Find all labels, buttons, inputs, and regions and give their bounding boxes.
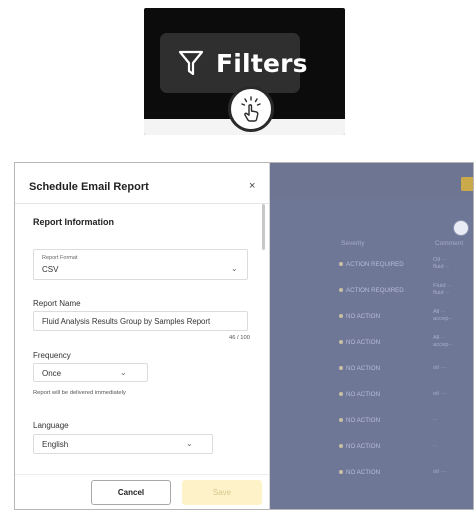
report-format-select[interactable]: Report Format CSV ⌄: [33, 249, 248, 280]
grid-severity-cell: NO ACTION: [339, 443, 380, 450]
grid-severity-cell: NO ACTION: [339, 391, 380, 398]
chevron-down-icon: ⌄: [231, 264, 238, 273]
grid-comment-cell: ··: [433, 442, 437, 449]
report-format-value: CSV: [42, 265, 59, 274]
dialog-scrollbar[interactable]: [262, 204, 265, 250]
background-grid: Severity Comment ACTION REQUIRED Oil ·· f…: [269, 163, 473, 509]
grid-comment-cell: ··: [433, 416, 437, 423]
report-name-counter: 46 / 100: [229, 335, 250, 341]
grid-comment-cell: oil ···: [433, 364, 447, 371]
report-format-caption: Report Format: [42, 255, 78, 261]
grid-row: ACTION REQUIRED Oil ·· fluid ··: [269, 251, 473, 277]
language-select[interactable]: English ⌄: [33, 434, 213, 454]
grid-severity-cell: NO ACTION: [339, 417, 380, 424]
filters-zoom-inset: Filters: [144, 8, 345, 135]
frequency-value: Once: [42, 369, 62, 378]
tap-hand-icon: [228, 86, 274, 132]
grid-comment-cell: oil ···: [433, 468, 447, 475]
grid-row: NO ACTION ··: [269, 433, 473, 459]
grid-row: NO ACTION oil ···: [269, 381, 473, 407]
chevron-down-icon: ⌄: [186, 439, 193, 448]
grid-severity-cell: NO ACTION: [339, 339, 380, 346]
grid-comment-cell: All ·· accep··: [433, 309, 453, 322]
frequency-select[interactable]: Once ⌄: [33, 363, 148, 382]
grid-header-severity: Severity: [341, 240, 365, 247]
grid-row: NO ACTION oil ···: [269, 459, 473, 485]
language-label: Language: [33, 421, 69, 430]
save-button[interactable]: Save: [182, 480, 262, 505]
grid-comment-cell: Oil ·· fluid ··: [433, 257, 450, 270]
report-name-label: Report Name: [33, 299, 81, 308]
background-filter-cursor: [453, 220, 469, 236]
schedule-email-report-dialog: Schedule Email Report × Report Informati…: [15, 163, 270, 509]
report-name-input[interactable]: Fluid Analysis Results Group by Samples …: [33, 311, 248, 331]
grid-header-comment: Comment: [435, 240, 464, 247]
grid-severity-cell: ACTION REQUIRED: [339, 287, 404, 294]
section-title: Report Information: [33, 217, 114, 227]
grid-row: NO ACTION ··: [269, 407, 473, 433]
background-topbar: [269, 163, 473, 199]
dialog-scroll-area[interactable]: Report Information Report Format CSV ⌄ R…: [15, 204, 269, 474]
filters-button[interactable]: Filters: [160, 33, 308, 93]
close-icon[interactable]: ×: [249, 180, 255, 192]
dialog-title: Schedule Email Report: [29, 181, 149, 193]
cancel-button[interactable]: Cancel: [91, 480, 171, 505]
chevron-down-icon: ⌄: [120, 368, 127, 377]
grid-row: NO ACTION oil ···: [269, 355, 473, 381]
grid-row: ACTION REQUIRED Fluid ·· fluid ··: [269, 277, 473, 303]
grid-comment-cell: All ·· accep··: [433, 335, 453, 348]
app-screenshot: Severity Comment ACTION REQUIRED Oil ·· f…: [14, 162, 474, 510]
grid-comment-cell: oil ···: [433, 390, 447, 397]
filter-icon: [178, 49, 204, 77]
frequency-hint: Report will be delivered immediately: [33, 390, 126, 396]
grid-severity-cell: ACTION REQUIRED: [339, 261, 404, 268]
grid-severity-cell: NO ACTION: [339, 365, 380, 372]
grid-row: NO ACTION All ·· accep··: [269, 329, 473, 355]
language-value: English: [42, 440, 69, 449]
grid-comment-cell: Fluid ·· fluid ··: [433, 283, 452, 296]
grid-row: NO ACTION All ·· accep··: [269, 303, 473, 329]
background-yellow-chip: [461, 177, 473, 191]
filters-label: Filters: [216, 48, 308, 78]
grid-severity-cell: NO ACTION: [339, 313, 380, 320]
grid-severity-cell: NO ACTION: [339, 469, 380, 476]
frequency-label: Frequency: [33, 351, 71, 360]
dialog-footer: Cancel Save: [15, 474, 269, 509]
